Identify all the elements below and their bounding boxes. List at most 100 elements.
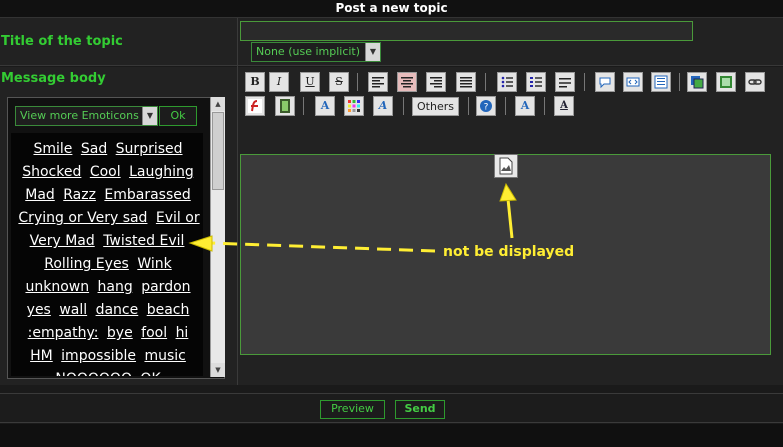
separator: [485, 73, 486, 91]
scroll-up-icon[interactable]: ▲: [211, 97, 225, 111]
flash-icon: [248, 99, 262, 113]
link-button[interactable]: [745, 72, 765, 92]
broken-image-glyph: [499, 157, 513, 175]
emoticon-link[interactable]: HM: [30, 348, 53, 364]
flash-button[interactable]: [245, 96, 265, 116]
justify-button[interactable]: [456, 72, 476, 92]
clear-format-button[interactable]: A: [515, 96, 535, 116]
align-center-icon: [401, 77, 413, 88]
table-icon: [654, 75, 668, 89]
underline-button[interactable]: U: [300, 72, 320, 92]
horizontal-rule-icon: [559, 78, 571, 88]
emoticon-link[interactable]: Wink: [137, 256, 171, 272]
emoticon-link[interactable]: Smile: [33, 141, 72, 157]
align-right-icon: [430, 77, 442, 88]
align-left-icon: [372, 77, 384, 88]
scroll-thumb[interactable]: [212, 112, 224, 190]
emoticon-list: Smile Sad Surprised Shocked Cool Laughin…: [11, 133, 203, 376]
emoticon-select[interactable]: View more Emoticons ▼: [15, 106, 158, 126]
emoticon-link[interactable]: impossible: [61, 348, 136, 364]
picture-icon: [720, 76, 732, 88]
numbered-list-button[interactable]: [526, 72, 546, 92]
strikethrough-button[interactable]: S: [329, 72, 349, 92]
footer: [0, 424, 783, 447]
send-button[interactable]: Send: [395, 400, 445, 419]
annotation-text: not be displayed: [443, 244, 575, 260]
emoticon-link[interactable]: Razz: [63, 187, 96, 203]
emoticon-link[interactable]: Sad: [81, 141, 107, 157]
separator: [303, 97, 304, 115]
separator: [357, 73, 358, 91]
color-button[interactable]: [344, 96, 364, 116]
bullet-list-icon: [501, 76, 513, 88]
emoticon-link[interactable]: Surprised: [116, 141, 183, 157]
help-icon: ?: [480, 100, 492, 113]
align-center-button[interactable]: [397, 72, 417, 92]
message-label: Message body: [1, 71, 106, 86]
emoticon-link[interactable]: music: [144, 348, 185, 364]
table-button[interactable]: [651, 72, 671, 92]
separator: [505, 97, 506, 115]
emoticon-link[interactable]: Cool: [90, 164, 121, 180]
scroll-down-icon[interactable]: ▼: [211, 363, 225, 377]
emoticon-wrap: Smile Sad Surprised Shocked Cool Laughin…: [11, 133, 203, 376]
separator: [403, 97, 404, 115]
image-button[interactable]: [687, 72, 707, 92]
code-button[interactable]: [623, 72, 643, 92]
separator: [544, 97, 545, 115]
emoticon-link[interactable]: :empathy:: [28, 325, 99, 341]
emoticon-link[interactable]: unknown: [25, 279, 89, 295]
emoticon-link[interactable]: Twisted Evil: [103, 233, 184, 249]
emoticon-link[interactable]: Mad: [25, 187, 55, 203]
title-input[interactable]: [240, 21, 693, 41]
emoticon-link[interactable]: hang: [98, 279, 133, 295]
emoticon-link[interactable]: beach: [147, 302, 190, 318]
emoticon-link[interactable]: yes: [27, 302, 51, 318]
preview-button[interactable]: Preview: [320, 400, 385, 419]
separator: [584, 73, 585, 91]
numbered-list-icon: [530, 77, 542, 87]
help-button[interactable]: ?: [476, 96, 496, 116]
svg-text:?: ?: [484, 103, 489, 113]
emoticon-link[interactable]: Embarassed: [104, 187, 190, 203]
image-icon: [691, 76, 704, 89]
italic-button[interactable]: I: [269, 72, 289, 92]
code-icon: [626, 77, 640, 87]
emoticon-link[interactable]: pardon: [141, 279, 190, 295]
title-label: Title of the topic: [1, 34, 123, 49]
picture-button[interactable]: [716, 72, 736, 92]
emoticon-select-label: View more Emoticons: [20, 109, 139, 122]
column-divider: [237, 18, 238, 385]
emoticon-scrollbar[interactable]: ▲ ▼: [210, 97, 225, 377]
bullet-list-button[interactable]: [497, 72, 517, 92]
video-button[interactable]: [275, 96, 295, 116]
emoticon-link[interactable]: Laughing: [129, 164, 194, 180]
align-right-button[interactable]: [426, 72, 446, 92]
emoticon-link[interactable]: fool: [141, 325, 167, 341]
justify-icon: [460, 77, 472, 88]
color-palette-icon: [348, 100, 360, 112]
others-button[interactable]: Others: [412, 97, 459, 116]
emoticon-link[interactable]: Rolling Eyes: [44, 256, 129, 272]
separator: [679, 73, 680, 91]
bold-button[interactable]: B: [245, 72, 265, 92]
emoticon-link[interactable]: hi: [176, 325, 189, 341]
font-button[interactable]: A: [315, 96, 335, 116]
emoticon-ok-button[interactable]: Ok: [159, 106, 197, 126]
emoticon-link[interactable]: OK: [140, 371, 160, 376]
horizontal-rule-button[interactable]: [555, 72, 575, 92]
emoticon-link[interactable]: Crying or Very sad: [18, 210, 147, 226]
topic-type-select[interactable]: None (use implicit) ▼: [251, 42, 381, 62]
emoticon-link[interactable]: NOOOOOO: [55, 371, 132, 376]
align-left-button[interactable]: [368, 72, 388, 92]
font-size-button[interactable]: A: [554, 96, 574, 116]
film-icon: [280, 99, 290, 113]
broken-image-icon: [494, 154, 518, 178]
emoticon-link[interactable]: wall: [59, 302, 87, 318]
font-face-button[interactable]: A: [373, 96, 393, 116]
emoticon-link[interactable]: dance: [96, 302, 139, 318]
emoticon-link[interactable]: bye: [107, 325, 133, 341]
emoticon-link[interactable]: Shocked: [22, 164, 81, 180]
quote-button[interactable]: [595, 72, 615, 92]
chevron-down-icon: ▼: [142, 107, 157, 125]
